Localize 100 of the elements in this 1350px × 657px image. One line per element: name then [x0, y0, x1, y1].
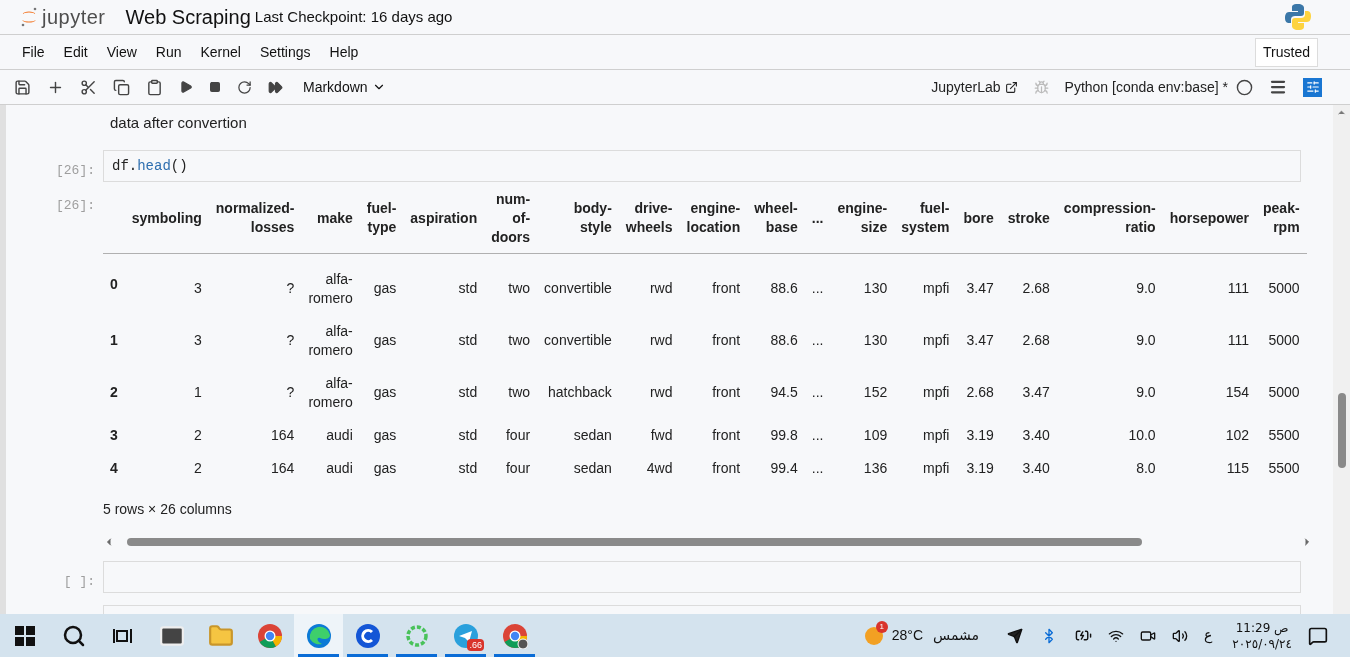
temperature[interactable]: 28°C	[891, 625, 924, 646]
table-cell: std	[458, 280, 478, 296]
telegram-tray-icon[interactable]	[1007, 627, 1023, 644]
table-cell: 111	[1227, 332, 1249, 348]
edge-icon	[305, 622, 332, 649]
column-header: num-of-doors	[491, 190, 531, 245]
taskbar-button[interactable]: .66	[441, 614, 490, 657]
table-cell: 164	[271, 459, 295, 476]
table-cell: 102	[1225, 426, 1249, 443]
table-cell: std	[458, 332, 478, 348]
column-header: compression-ratio	[1063, 200, 1156, 235]
table-cell: alfa-romero	[308, 322, 353, 358]
cell-type-dropdown[interactable]: Markdown	[303, 76, 386, 98]
menu-item[interactable]: Help	[329, 41, 359, 63]
table-cell: 3.40	[1022, 426, 1050, 443]
table-cell: two	[508, 280, 531, 296]
table-cell: 10.0	[1128, 426, 1156, 443]
table-cell: 9.0	[1136, 384, 1156, 400]
column-header: peak-rpm	[1263, 200, 1300, 235]
column-header: body-style	[573, 200, 612, 235]
menu-icon[interactable]	[1269, 78, 1287, 96]
language-indicator[interactable]: ع	[1204, 625, 1213, 646]
notebook-title[interactable]: Web Scraping	[125, 2, 251, 32]
run-icon[interactable]	[179, 80, 193, 94]
table-cell: ?	[286, 280, 295, 296]
ring-icon	[403, 622, 430, 649]
stop-icon[interactable]	[209, 81, 221, 93]
menu-item[interactable]: File	[22, 41, 45, 63]
cell-prompt: [26]:	[56, 162, 95, 178]
table-cell: sedan	[573, 426, 612, 443]
table-cell: audi	[326, 459, 353, 476]
kernel-name[interactable]: Python [conda env:base] *	[1064, 76, 1228, 98]
table-cell: std	[458, 426, 478, 443]
code-input[interactable]: df.head()	[103, 149, 1301, 182]
restart-icon[interactable]	[237, 79, 252, 95]
table-cell: 115	[1226, 459, 1249, 476]
table-cell: 1	[194, 384, 202, 400]
output-prompt: [26]:	[56, 197, 95, 213]
sun-icon[interactable]	[863, 625, 884, 646]
column-header: aspiration	[410, 209, 478, 226]
property-inspector-icon[interactable]	[1303, 77, 1322, 97]
trusted-button[interactable]: Trusted	[1255, 37, 1318, 67]
chrome-icon	[501, 622, 528, 649]
table-cell: gas	[373, 332, 397, 348]
table-cell: 130	[863, 280, 888, 296]
volume-icon[interactable]	[1172, 627, 1188, 644]
c-letter-icon	[354, 622, 381, 649]
column-header: ...	[811, 209, 824, 226]
table-cell: mpfi	[923, 426, 950, 443]
table-cell: alfa-romero	[308, 270, 353, 306]
table-cell: 3.47	[966, 332, 994, 348]
table-cell: rwd	[649, 280, 673, 296]
save-icon[interactable]	[14, 78, 31, 96]
table-cell: 9.0	[1136, 332, 1156, 348]
table-cell: gas	[373, 459, 397, 476]
column-header: drive-wheels	[625, 200, 673, 235]
weather-text[interactable]: مشمس	[933, 625, 979, 646]
menu-item[interactable]: Kernel	[200, 41, 241, 63]
table-cell: 2.68	[1022, 280, 1050, 296]
table-cell: 3.47	[966, 280, 994, 296]
table-cell: front	[712, 280, 741, 296]
notifications-icon[interactable]	[1308, 625, 1328, 646]
cut-icon[interactable]	[80, 78, 97, 96]
row-index: 2	[110, 384, 118, 400]
table-cell: rwd	[649, 384, 673, 400]
table-cell: 109	[863, 426, 888, 443]
table-cell: 2.68	[1022, 332, 1050, 348]
menu-item[interactable]: Edit	[63, 41, 88, 63]
copy-icon[interactable]	[113, 78, 130, 96]
jupyter-logo-text: jupyter	[42, 5, 106, 30]
scrollbar-thumb[interactable]	[127, 537, 1142, 546]
table-cell: rwd	[649, 332, 673, 348]
clock[interactable]: 11:29 ص ٢٠٢٥/٠٩/٢٤	[1232, 619, 1292, 652]
paste-icon[interactable]	[146, 78, 163, 96]
code-input[interactable]	[103, 560, 1301, 593]
table-cell: 99.8	[770, 426, 798, 443]
open-in-link[interactable]: JupyterLab	[931, 76, 1018, 98]
table-cell: 88.6	[770, 332, 798, 348]
column-header: bore	[963, 209, 994, 226]
table-cell: std	[458, 459, 478, 476]
table-cell: 130	[863, 332, 888, 348]
run-all-icon[interactable]	[268, 79, 283, 95]
column-header: make	[316, 209, 353, 226]
date-text: ٢٠٢٥/٠٩/٢٤	[1232, 636, 1292, 652]
table-cell: mpfi	[923, 280, 950, 296]
table-cell: 154	[1225, 384, 1249, 400]
column-header: fuel-system	[901, 200, 950, 235]
search-icon	[61, 623, 86, 648]
table-cell: 111	[1227, 280, 1249, 296]
table-cell: ...	[811, 384, 824, 400]
menu-item[interactable]: View	[106, 41, 137, 63]
table-cell: audi	[326, 426, 353, 443]
scrollbar-thumb[interactable]	[1337, 393, 1346, 468]
column-header: normalized-losses	[215, 200, 295, 235]
table-cell: gas	[373, 426, 397, 443]
table-cell: four	[506, 459, 531, 476]
menu-item[interactable]: Run	[155, 41, 182, 63]
menu-item[interactable]: Settings	[259, 41, 311, 63]
table-cell: front	[712, 426, 741, 443]
table-cell: 3.40	[1022, 459, 1050, 476]
